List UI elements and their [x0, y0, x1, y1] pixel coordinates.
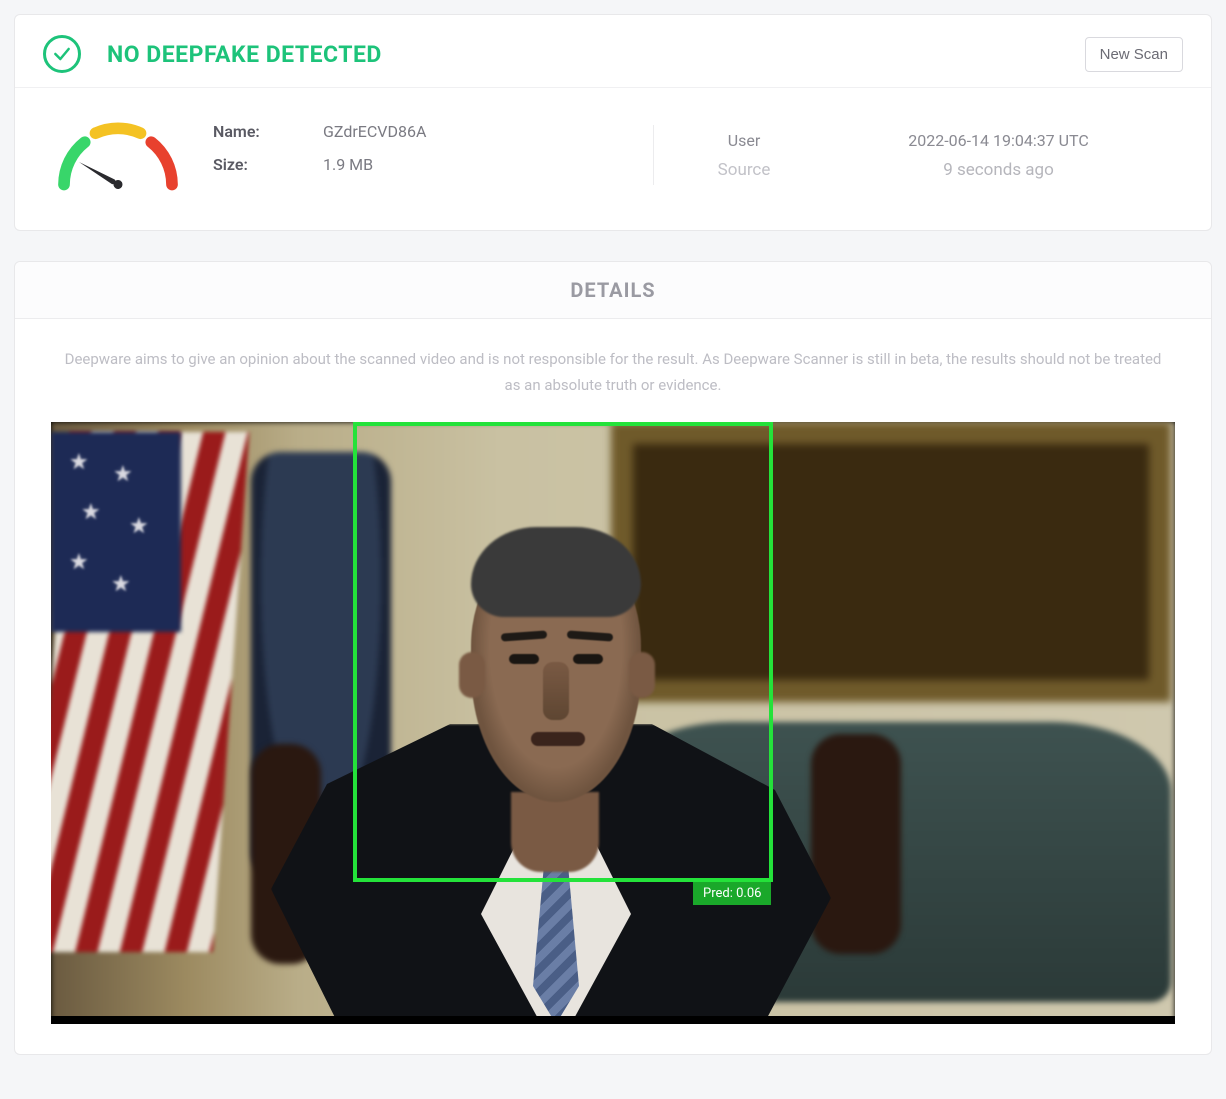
- file-info: Name: GZdrECVD86A Size: 1.9 MB: [213, 122, 633, 188]
- face-detection-box: [353, 422, 773, 882]
- details-card: DETAILS Deepware aims to give an opinion…: [14, 261, 1212, 1055]
- relative-time: 9 seconds ago: [814, 160, 1183, 180]
- origin-column: User Source: [674, 131, 814, 180]
- size-label: Size:: [213, 155, 323, 174]
- details-header: DETAILS: [15, 262, 1211, 319]
- divider: [653, 125, 654, 185]
- result-header: NO DEEPFAKE DETECTED New Scan: [15, 15, 1211, 87]
- check-circle-icon: [43, 35, 81, 73]
- scan-result-card: NO DEEPFAKE DETECTED New Scan Name: GZdr…: [14, 14, 1212, 231]
- disclaimer-text: Deepware aims to give an opinion about t…: [15, 319, 1211, 422]
- result-status-title: NO DEEPFAKE DETECTED: [107, 41, 1085, 68]
- origin-label: User: [674, 131, 814, 150]
- origin-value: Source: [674, 160, 814, 180]
- timestamp: 2022-06-14 19:04:37 UTC: [814, 131, 1183, 150]
- new-scan-button[interactable]: New Scan: [1085, 37, 1183, 72]
- name-value: GZdrECVD86A: [323, 122, 426, 141]
- time-column: 2022-06-14 19:04:37 UTC 9 seconds ago: [814, 131, 1183, 180]
- prediction-label: Pred: 0.06: [693, 882, 771, 905]
- size-value: 1.9 MB: [323, 155, 373, 174]
- name-label: Name:: [213, 122, 323, 141]
- video-frame: ★ ★ ★ ★ ★ ★ Pred: 0.06: [51, 422, 1175, 1024]
- result-body: Name: GZdrECVD86A Size: 1.9 MB User Sour…: [15, 87, 1211, 230]
- risk-gauge-icon: [43, 108, 203, 202]
